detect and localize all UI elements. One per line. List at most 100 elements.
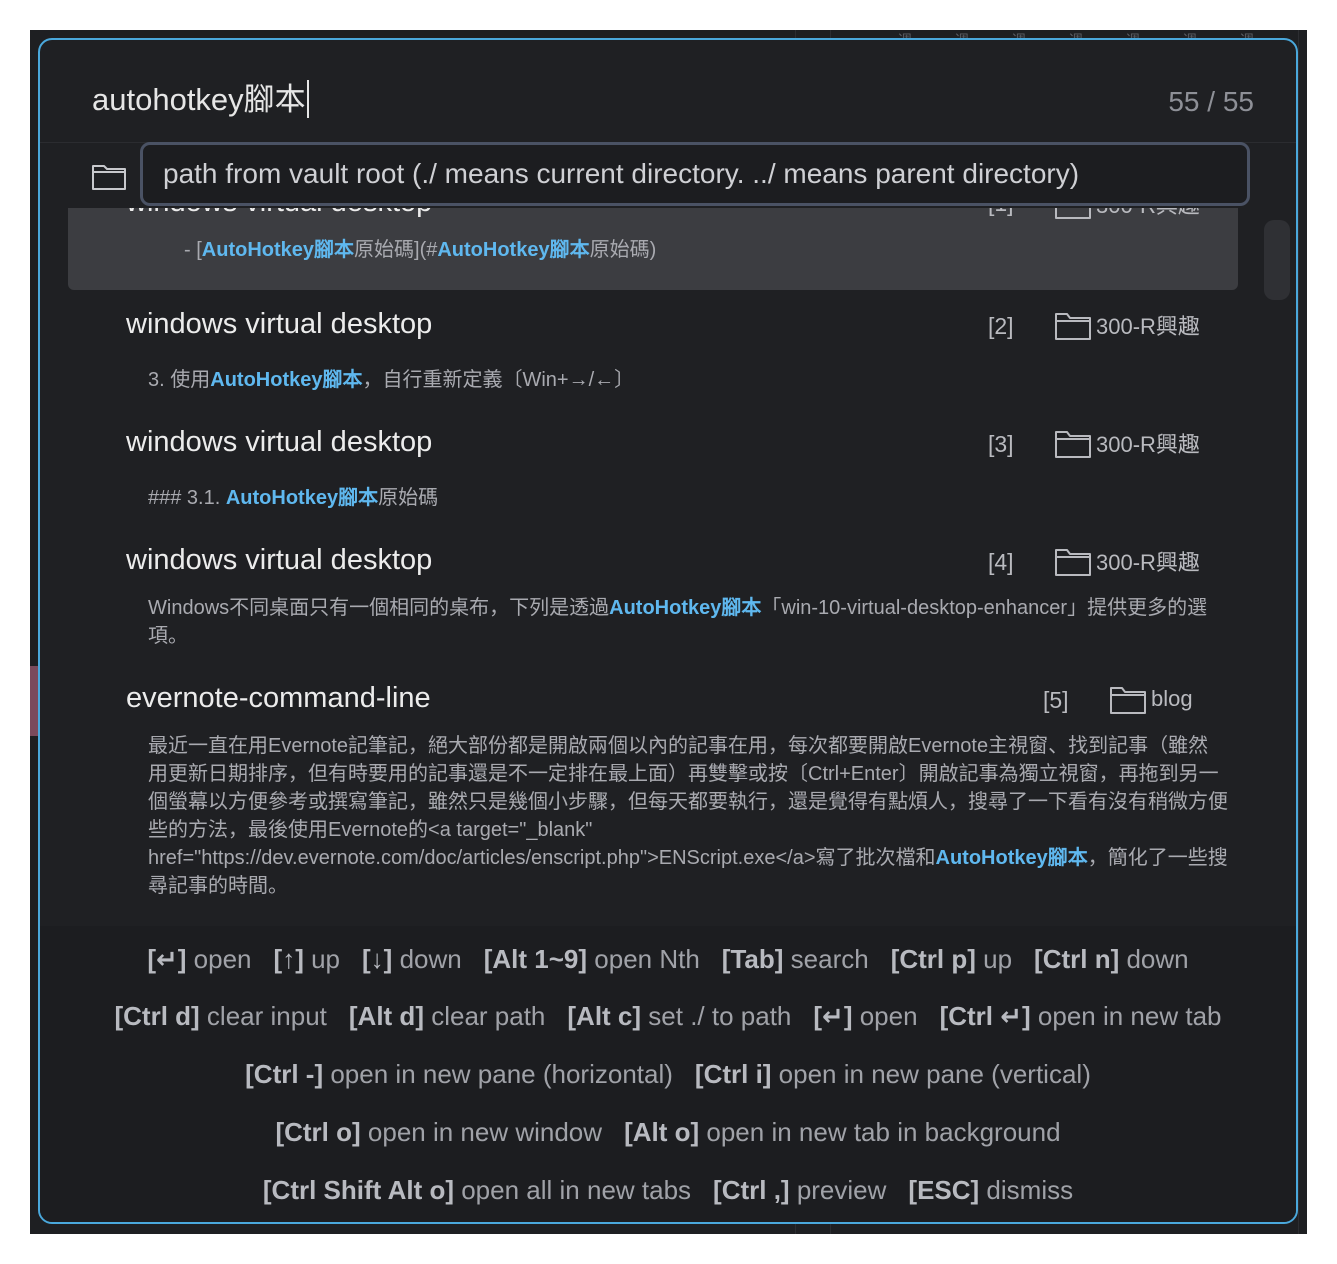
snippet-text: 3. 使用 [148, 369, 211, 391]
hotkey-key: [Ctrl ,] [713, 1175, 790, 1205]
result-item[interactable]: evernote-command-line [5] blog 最近一直在用Eve… [68, 678, 1238, 918]
hotkey-hint: [Alt o] open in new tab in background [624, 1117, 1060, 1148]
hotkey-description: up [975, 944, 1013, 974]
hotkey-key: [Ctrl i] [694, 1059, 772, 1089]
result-item[interactable]: windows virtual desktop [3] 300-R興趣 ### … [68, 422, 1238, 532]
snippet-match-highlight: AutoHotkey腳本 [437, 239, 590, 261]
hotkey-key: [Ctrl Shift Alt o] [262, 1175, 454, 1205]
snippet-text: 原始碼](# [354, 239, 438, 261]
hotkey-description: dismiss [979, 1175, 1074, 1205]
hotkey-description: open in new window [360, 1117, 603, 1147]
hotkey-key: [Ctrl -] [245, 1059, 324, 1089]
folder-icon [1055, 549, 1091, 576]
hotkey-description: open [186, 944, 252, 974]
hotkey-hint: [ESC] dismiss [908, 1175, 1073, 1206]
result-title: windows virtual desktop [126, 308, 433, 340]
hotkey-hint: [Ctrl d] clear input [115, 1001, 327, 1032]
result-snippet: ### 3.1. AutoHotkey腳本原始碼 [148, 484, 1210, 512]
hotkey-key: [↵] [813, 1001, 853, 1031]
snippet-text: ，自行重新定義〔Win+→/←〕 [362, 369, 635, 391]
hotkey-help-footer: [↵] open [↑] up [↓] down [Alt 1~9] open Nth… [40, 926, 1296, 1222]
hotkey-hint: [Ctrl ,] preview [713, 1175, 886, 1206]
result-index: [3] [988, 431, 1014, 457]
result-title: windows virtual desktop [126, 208, 432, 219]
hotkey-description: down [1119, 944, 1189, 974]
hotkey-key: [Alt o] [624, 1117, 700, 1147]
result-title: windows virtual desktop [126, 426, 433, 458]
hotkey-description: open in new pane (horizontal) [323, 1059, 673, 1089]
hotkey-key: [ESC] [908, 1175, 980, 1205]
hotkey-hint: [↵] open [147, 944, 251, 975]
result-folder-label: blog [1151, 686, 1193, 711]
hotkey-key: [Alt c] [567, 1001, 642, 1031]
hotkey-description: open in new pane (vertical) [771, 1059, 1091, 1089]
folder-icon [1110, 687, 1146, 714]
result-folder-label: 300-R興趣 [1096, 208, 1200, 220]
hotkey-row: [Ctrl o] open in new window [Alt o] open … [40, 1117, 1296, 1148]
hotkey-key: [Alt 1~9] [483, 944, 588, 974]
result-item[interactable]: windows virtual desktop [1] 300-R興趣 - [A… [68, 208, 1238, 290]
hotkey-hint: [↑] up [274, 944, 340, 975]
result-folder-label: 300-R興趣 [1096, 550, 1200, 575]
hotkey-description: open in new tab [1030, 1001, 1222, 1031]
results-scrollbar[interactable] [1264, 220, 1290, 300]
result-item[interactable]: windows virtual desktop [2] 300-R興趣 3. 使… [68, 304, 1238, 414]
hotkey-description: open all in new tabs [454, 1175, 692, 1205]
hotkey-hint: [Ctrl n] down [1034, 944, 1189, 975]
hotkey-description: clear path [423, 1001, 546, 1031]
result-folder-label: 300-R興趣 [1096, 314, 1200, 339]
hotkey-key: [Ctrl p] [890, 944, 976, 974]
folder-icon-button[interactable] [88, 158, 130, 194]
hotkey-row: [↵] open [↑] up [↓] down [Alt 1~9] open Nth… [40, 944, 1296, 975]
hotkey-row: [Ctrl Shift Alt o] open all in new tabs[… [40, 1175, 1296, 1206]
snippet-match-highlight: AutoHotkey腳本 [210, 369, 363, 391]
hotkey-key: [Ctrl d] [114, 1001, 200, 1031]
result-snippet: Windows不同桌面只有一個相同的桌布，下列是透過AutoHotkey腳本「w… [148, 594, 1210, 650]
snippet-text: Windows不同桌面只有一個相同的桌布，下列是透過 [148, 597, 610, 619]
snippet-match-highlight: AutoHotkey腳本 [609, 597, 762, 619]
hotkey-key: [↵] [147, 944, 187, 974]
hotkey-description: up [303, 944, 341, 974]
result-index: [2] [988, 313, 1014, 339]
hotkey-key: [Ctrl ↵] [939, 1001, 1031, 1031]
result-folder: 300-R興趣 [1054, 309, 1200, 341]
hotkey-hint: [Tab] search [722, 944, 869, 975]
background-divider [1298, 30, 1299, 1234]
hotkey-key: [Ctrl o] [275, 1117, 361, 1147]
result-snippet: 最近一直在用Evernote記筆記，絕大部份都是開啟兩個以內的記事在用，每次都要… [148, 732, 1228, 900]
hotkey-description: open in new tab in background [699, 1117, 1061, 1147]
hotkey-key: [Ctrl n] [1034, 944, 1120, 974]
folder-icon [1055, 431, 1091, 458]
result-title: evernote-command-line [126, 682, 431, 714]
snippet-match-highlight: AutoHotkey腳本 [201, 239, 355, 261]
snippet-text: 原始碼) [589, 239, 657, 261]
snippet-match-highlight: AutoHotkey腳本 [935, 847, 1088, 869]
results-list: windows virtual desktop [1] 300-R興趣 - [A… [40, 208, 1296, 924]
hotkey-hint: [Ctrl o] open in new window [275, 1117, 602, 1148]
path-filter-input[interactable] [140, 142, 1250, 206]
result-item[interactable]: windows virtual desktop [4] 300-R興趣 Wind… [68, 540, 1238, 670]
result-folder: blog [1109, 683, 1193, 715]
hotkey-hint: [↓] down [362, 944, 462, 975]
hotkey-key: [↓] [362, 944, 393, 974]
search-query-input[interactable]: autohotkey腳本 [92, 74, 309, 119]
hotkey-row: [Ctrl d] clear input [Alt d] clear path [A… [40, 1001, 1296, 1032]
result-folder: 300-R興趣 [1054, 427, 1200, 459]
hotkey-row: [Ctrl -] open in new pane (horizontal) [C… [40, 1059, 1296, 1090]
hotkey-key: [Alt d] [348, 1001, 424, 1031]
hotkey-hint: [Ctrl -] open in new pane (horizontal) [245, 1059, 673, 1090]
hotkey-hint: [Ctrl Shift Alt o] open all in new tabs [263, 1175, 691, 1206]
folder-icon [92, 165, 126, 190]
text-caret [306, 80, 309, 118]
folder-icon [1055, 313, 1091, 340]
hotkey-description: down [392, 944, 462, 974]
hotkey-description: search [783, 944, 869, 974]
snippet-text: 原始碼 [378, 487, 439, 509]
hotkey-key: [↑] [273, 944, 304, 974]
hotkey-description: open Nth [587, 944, 700, 974]
snippet-match-highlight: AutoHotkey腳本 [225, 487, 379, 509]
result-folder: 300-R興趣 [1054, 545, 1200, 577]
result-snippet: - [AutoHotkey腳本原始碼](#AutoHotkey腳本原始碼) [184, 236, 1210, 264]
hotkey-description: clear input [199, 1001, 327, 1031]
result-folder-label: 300-R興趣 [1096, 432, 1200, 457]
